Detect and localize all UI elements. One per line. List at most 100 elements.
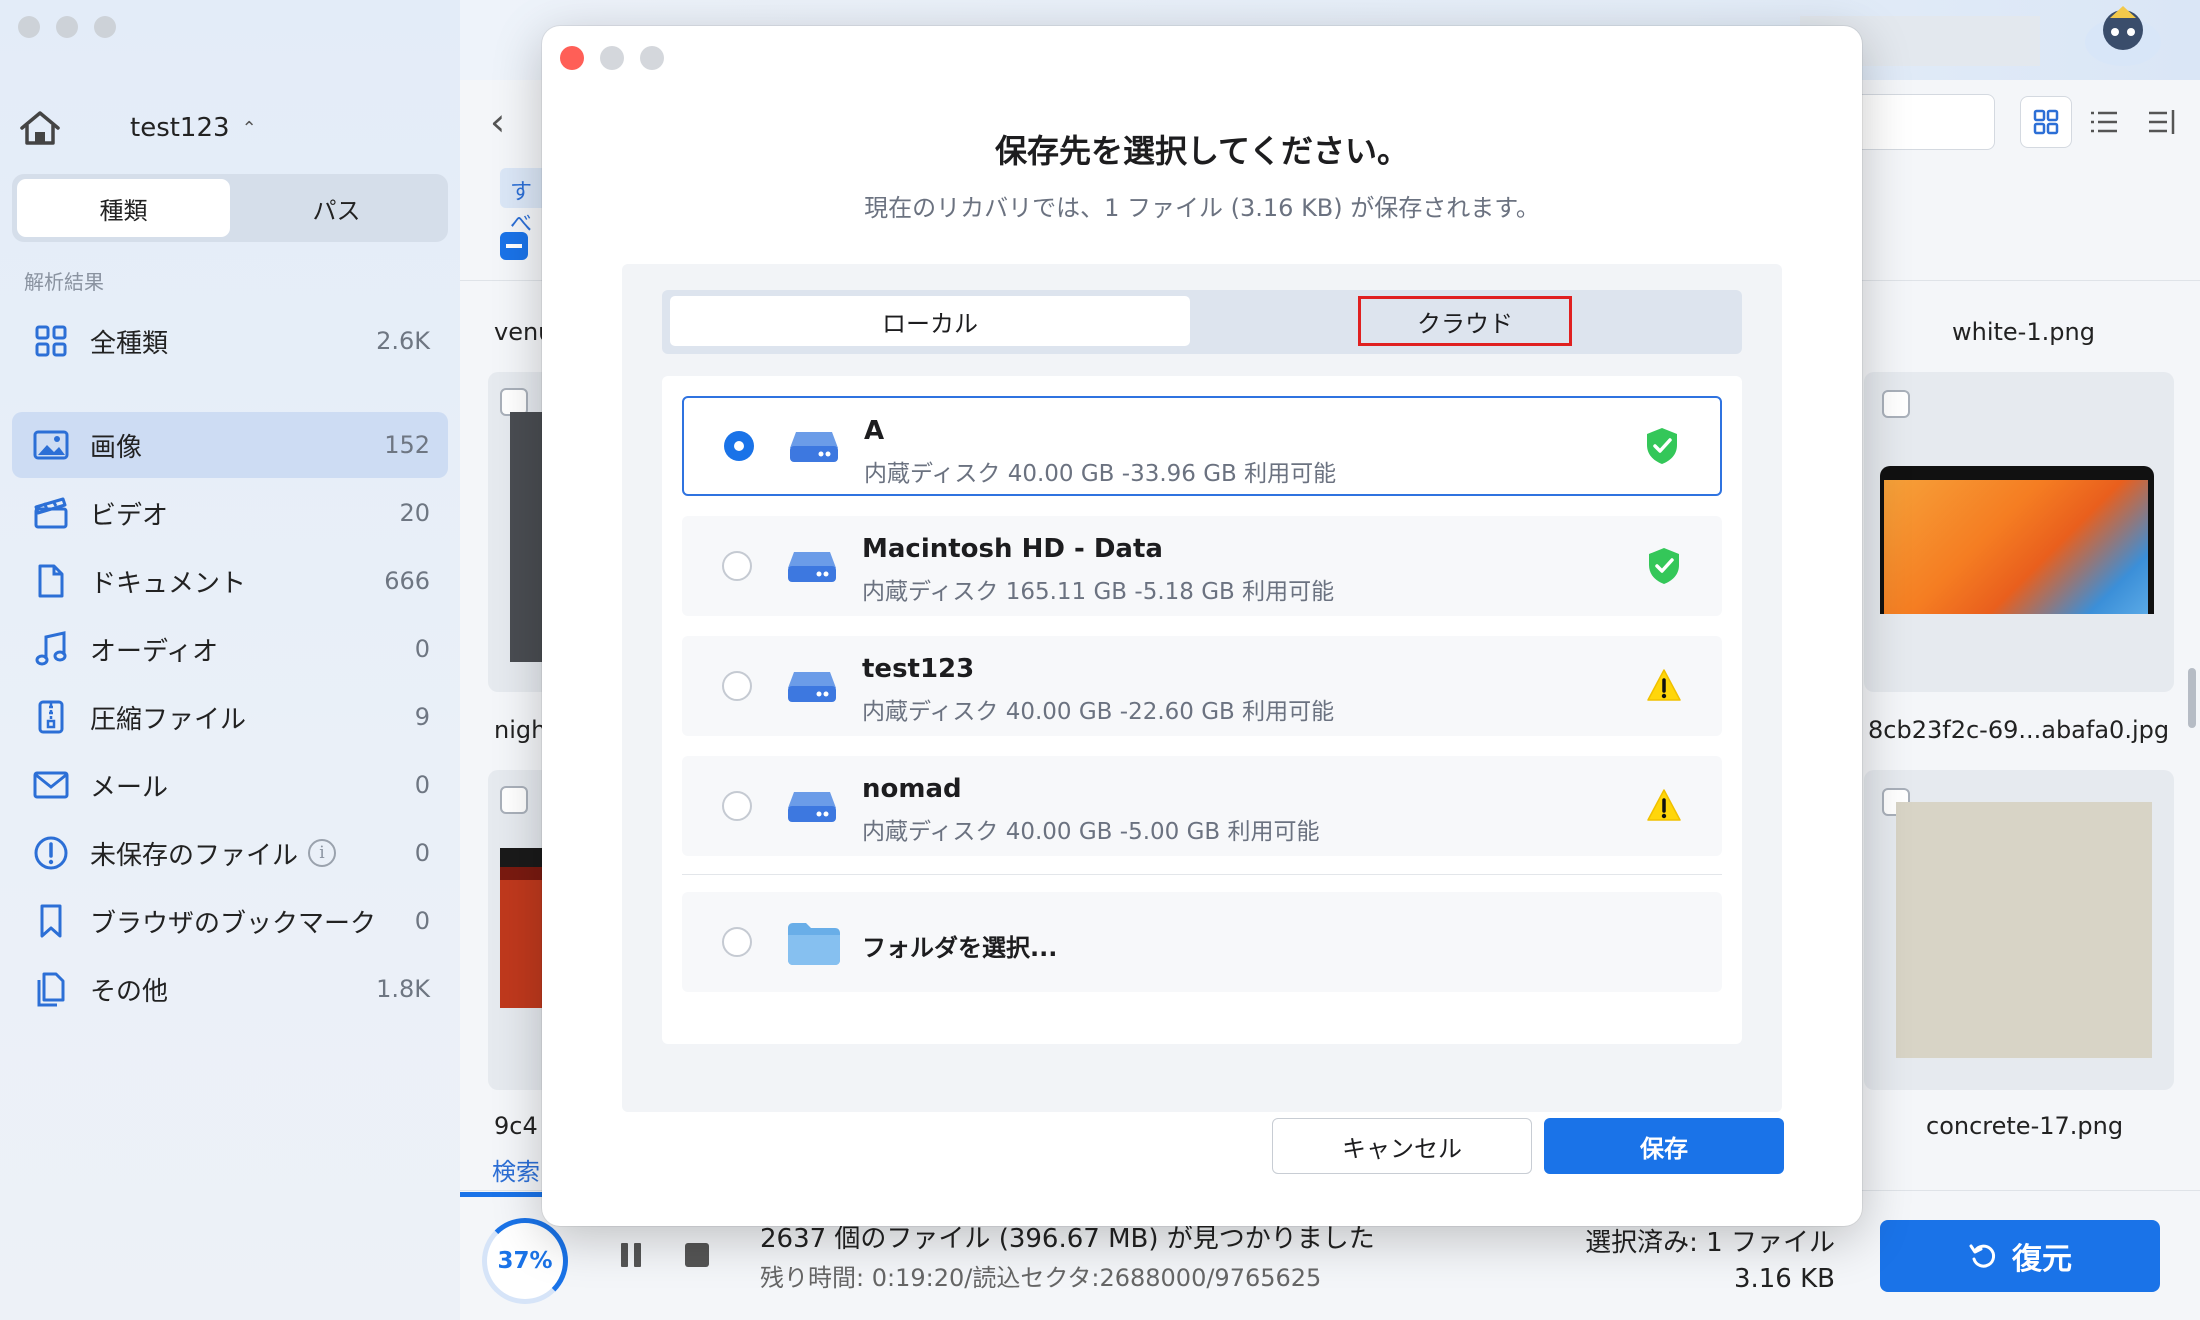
- home-icon[interactable]: [18, 108, 62, 148]
- pause-icon[interactable]: [616, 1240, 646, 1270]
- drive-radio[interactable]: [722, 671, 752, 701]
- sidebar-item-images[interactable]: 画像 152: [12, 412, 448, 478]
- minimize-dot[interactable]: [56, 16, 78, 38]
- sidebar-item-text: 未保存のファイル: [90, 840, 299, 871]
- destination-panel: ローカル クラウド A 内蔵ディスク 40.00 GB -33.96 GB 利用…: [622, 264, 1782, 1112]
- drive-row-macintosh-hd[interactable]: Macintosh HD - Data 内蔵ディスク 165.11 GB -5.…: [682, 516, 1722, 616]
- selected-size: 3.16 KB: [1733, 1264, 1835, 1294]
- drive-name: test123: [862, 654, 975, 684]
- sidebar-tab-switch: 種類 パス: [12, 174, 448, 242]
- sidebar-item-count: 2.6K: [376, 327, 430, 355]
- sidebar-item-label: メール: [90, 772, 169, 803]
- drive-row-nomad[interactable]: nomad 内蔵ディスク 40.00 GB -5.00 GB 利用可能: [682, 756, 1722, 856]
- sidebar-item-other[interactable]: その他 1.8K: [12, 956, 448, 1022]
- concrete-texture-image: [1896, 802, 2152, 1058]
- sidebar-item-label: 画像: [90, 432, 143, 463]
- sidebar-item-count: 0: [414, 839, 430, 867]
- drive-radio[interactable]: [724, 431, 754, 461]
- grid-view-icon[interactable]: [2020, 96, 2072, 148]
- music-note-icon: [32, 630, 70, 668]
- scrollbar-thumb[interactable]: [2188, 668, 2196, 728]
- save-button[interactable]: 保存: [1544, 1118, 1784, 1174]
- sidebar-item-video[interactable]: ビデオ 20: [12, 480, 448, 546]
- drive-description: 内蔵ディスク 40.00 GB -33.96 GB 利用可能: [864, 461, 1337, 487]
- search-tab[interactable]: 検索: [492, 1152, 540, 1187]
- dialog-window-controls: [560, 46, 664, 70]
- remaining-time-text: 残り時間: 0:19:20/読込セクタ:2688000/9765625: [760, 1264, 1322, 1292]
- zoom-dot[interactable]: [94, 16, 116, 38]
- document-icon: [32, 562, 70, 600]
- tab-local[interactable]: ローカル: [670, 296, 1190, 346]
- sidebar-item-label: 全種類: [90, 328, 169, 359]
- drive-radio[interactable]: [722, 791, 752, 821]
- bookmark-icon: [32, 902, 70, 940]
- back-icon[interactable]: ‹: [490, 100, 505, 144]
- drive-row-test123[interactable]: test123 内蔵ディスク 40.00 GB -22.60 GB 利用可能: [682, 636, 1722, 736]
- dialog-close-dot[interactable]: [560, 46, 584, 70]
- sidebar-item-label: ビデオ: [90, 500, 169, 531]
- sidebar-item-documents[interactable]: ドキュメント 666: [12, 548, 448, 614]
- mail-icon: [32, 766, 70, 804]
- shield-check-icon: [1649, 548, 1679, 584]
- tab-cloud[interactable]: クラウド: [1358, 296, 1572, 346]
- list-view-icon[interactable]: [2078, 96, 2130, 148]
- sidebar-item-count: 9: [414, 703, 430, 731]
- section-label: 解析結果: [24, 270, 104, 294]
- sidebar-item-count: 0: [414, 907, 430, 935]
- drive-description: 内蔵ディスク 40.00 GB -5.00 GB 利用可能: [862, 819, 1320, 845]
- sidebar-item-unsaved[interactable]: 未保存のファイル i 0: [12, 820, 448, 886]
- sidebar-item-label: オーディオ: [90, 636, 219, 667]
- progress-percent: 37%: [497, 1248, 553, 1274]
- cancel-button[interactable]: キャンセル: [1272, 1118, 1532, 1174]
- detail-view-icon[interactable]: [2136, 96, 2188, 148]
- grid-icon: [32, 322, 70, 360]
- sidebar: test123 ⌃ 種類 パス 解析結果 全種類 2.6K 画像 152 ビデオ…: [0, 0, 460, 1320]
- drive-list: A 内蔵ディスク 40.00 GB -33.96 GB 利用可能 Macinto…: [662, 376, 1742, 1044]
- thumb-label: nigh: [494, 716, 547, 744]
- warning-icon: [1647, 789, 1681, 821]
- selected-count: 選択済み: 1 ファイル: [1585, 1228, 1835, 1258]
- sidebar-item-audio[interactable]: オーディオ 0: [12, 616, 448, 682]
- sidebar-item-bookmarks[interactable]: ブラウザのブックマーク 0: [12, 888, 448, 954]
- view-mode-switch: [2020, 96, 2188, 148]
- sidebar-item-all[interactable]: 全種類 2.6K: [12, 308, 448, 374]
- drive-description: 内蔵ディスク 165.11 GB -5.18 GB 利用可能: [862, 579, 1335, 605]
- recover-button[interactable]: 復元: [1880, 1220, 2160, 1292]
- thumb-label: concrete-17.png: [1926, 1112, 2124, 1140]
- list-divider: [682, 874, 1722, 875]
- drive-row-a[interactable]: A 内蔵ディスク 40.00 GB -33.96 GB 利用可能: [682, 396, 1722, 496]
- close-dot[interactable]: [18, 16, 40, 38]
- tab-path[interactable]: パス: [230, 179, 443, 237]
- tab-type[interactable]: 種類: [17, 179, 230, 237]
- choose-folder-row[interactable]: フォルダを選択...: [682, 892, 1722, 992]
- drive-name: test123: [130, 113, 230, 143]
- folder-icon: [788, 923, 840, 965]
- sidebar-item-archive[interactable]: 圧縮ファイル 9: [12, 684, 448, 750]
- sidebar-item-label: ドキュメント: [90, 568, 247, 599]
- drive-radio[interactable]: [722, 551, 752, 581]
- dialog-zoom-dot[interactable]: [640, 46, 664, 70]
- warning-icon: [1647, 669, 1681, 701]
- stop-icon[interactable]: [682, 1240, 712, 1270]
- category-list: 全種類 2.6K 画像 152 ビデオ 20 ドキュメント 666 オーディオ …: [12, 308, 448, 1024]
- shield-check-icon: [1647, 428, 1677, 464]
- info-icon[interactable]: i: [308, 839, 337, 867]
- thumb-label: white-1.png: [1952, 318, 2095, 346]
- image-icon: [32, 426, 70, 464]
- hard-drive-icon: [790, 432, 838, 462]
- drive-name: A: [864, 416, 885, 446]
- sidebar-item-mail[interactable]: メール 0: [12, 752, 448, 818]
- thumb-checkbox[interactable]: [1882, 390, 1910, 418]
- recover-label: 復元: [2012, 1242, 2072, 1277]
- thumb-label: 9c4: [494, 1112, 538, 1140]
- chevron-updown-icon[interactable]: ⌃: [242, 118, 257, 139]
- dialog-title: 保存先を選択してください。: [994, 132, 1410, 170]
- zip-icon: [32, 698, 70, 736]
- thumb-card[interactable]: [1864, 372, 2174, 692]
- thumb-card[interactable]: [1864, 770, 2174, 1090]
- dialog-minimize-dot[interactable]: [600, 46, 624, 70]
- thumb-checkbox[interactable]: [500, 786, 528, 814]
- select-all-checkbox[interactable]: [500, 232, 528, 260]
- avatar-icon[interactable]: [2080, 0, 2166, 70]
- folder-radio[interactable]: [722, 927, 752, 957]
